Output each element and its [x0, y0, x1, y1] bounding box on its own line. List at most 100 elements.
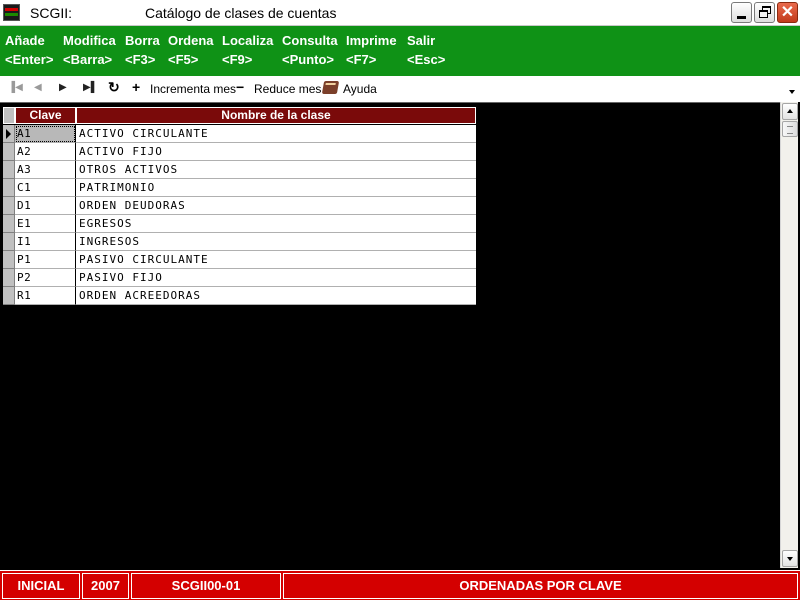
- plus-icon[interactable]: +: [132, 79, 140, 95]
- menu-shortcut: <Enter>: [5, 52, 54, 67]
- next-record-icon[interactable]: ▶: [59, 82, 67, 93]
- cell-clave[interactable]: I1: [15, 233, 76, 251]
- status-message: ORDENADAS POR CLAVE: [283, 573, 798, 599]
- cell-clave[interactable]: A1: [15, 125, 76, 143]
- menu-label: Añade: [5, 33, 45, 48]
- cell-nombre[interactable]: PASIVO CIRCULANTE: [76, 251, 476, 269]
- cell-nombre[interactable]: EGRESOS: [76, 215, 476, 233]
- cell-clave[interactable]: R1: [15, 287, 76, 305]
- cell-clave[interactable]: P2: [15, 269, 76, 287]
- menu-bar: Añade <Enter> Modifica <Barra> Borra <F3…: [0, 26, 800, 76]
- menu-shortcut: <F3>: [125, 52, 156, 67]
- toolbar-overflow-chevron-icon[interactable]: [789, 88, 796, 95]
- cell-clave[interactable]: C1: [15, 179, 76, 197]
- row-indicator[interactable]: [3, 251, 15, 269]
- cell-nombre[interactable]: PASIVO FIJO: [76, 269, 476, 287]
- cell-nombre[interactable]: PATRIMONIO: [76, 179, 476, 197]
- window-caption: Catálogo de clases de cuentas: [145, 5, 337, 21]
- menu-anade[interactable]: Añade <Enter>: [5, 31, 53, 69]
- table-row[interactable]: D1 ORDEN DEUDORAS: [2, 197, 476, 215]
- row-indicator[interactable]: [3, 215, 15, 233]
- vertical-scrollbar[interactable]: [780, 102, 798, 568]
- table-row[interactable]: R1 ORDEN ACREEDORAS: [2, 287, 476, 305]
- menu-shortcut: <Esc>: [407, 52, 446, 67]
- menu-label: Imprime: [346, 33, 397, 48]
- row-indicator-header: [3, 107, 15, 124]
- refresh-icon[interactable]: ↻: [108, 79, 120, 96]
- minus-icon[interactable]: −: [236, 79, 244, 95]
- previous-record-icon[interactable]: ◀: [34, 82, 42, 93]
- reduce-month-button[interactable]: Reduce mes: [254, 82, 321, 96]
- row-indicator[interactable]: [3, 161, 15, 179]
- minimize-icon: [737, 16, 746, 19]
- help-button[interactable]: Ayuda: [343, 82, 377, 96]
- close-button[interactable]: ✕: [777, 2, 798, 23]
- title-bar[interactable]: SCGII: Catálogo de clases de cuentas ✕: [0, 0, 800, 26]
- table-row[interactable]: P1 PASIVO CIRCULANTE: [2, 251, 476, 269]
- current-row-arrow-icon: [6, 129, 11, 139]
- cell-nombre[interactable]: ACTIVO CIRCULANTE: [76, 125, 476, 143]
- close-icon: ✕: [780, 4, 795, 21]
- table-row[interactable]: E1 EGRESOS: [2, 215, 476, 233]
- status-bar: INICIAL 2007 SCGII00-01 ORDENADAS POR CL…: [0, 570, 800, 600]
- app-title: SCGII:: [30, 5, 73, 21]
- table-row[interactable]: A3 OTROS ACTIVOS: [2, 161, 476, 179]
- app-logo-icon[interactable]: [3, 4, 20, 21]
- table-row[interactable]: C1 PATRIMONIO: [2, 179, 476, 197]
- cell-clave[interactable]: E1: [15, 215, 76, 233]
- last-record-icon[interactable]: ▶▌: [83, 82, 98, 93]
- cell-clave[interactable]: A2: [15, 143, 76, 161]
- cell-nombre[interactable]: INGRESOS: [76, 233, 476, 251]
- menu-ordena[interactable]: Ordena <F5>: [168, 31, 214, 69]
- menu-localiza[interactable]: Localiza <F9>: [222, 31, 273, 69]
- row-indicator[interactable]: [3, 287, 15, 305]
- menu-shortcut: <F7>: [346, 52, 377, 67]
- menu-shortcut: <Barra>: [63, 52, 113, 67]
- row-indicator[interactable]: [3, 269, 15, 287]
- table-row[interactable]: P2 PASIVO FIJO: [2, 269, 476, 287]
- cell-clave[interactable]: P1: [15, 251, 76, 269]
- menu-label: Ordena: [168, 33, 214, 48]
- table-row[interactable]: I1 INGRESOS: [2, 233, 476, 251]
- status-module: SCGII00-01: [131, 573, 281, 599]
- scroll-thumb[interactable]: [782, 121, 798, 137]
- menu-consulta[interactable]: Consulta <Punto>: [282, 31, 338, 69]
- menu-shortcut: <F5>: [168, 52, 199, 67]
- row-indicator[interactable]: [3, 233, 15, 251]
- menu-imprime[interactable]: Imprime <F7>: [346, 31, 397, 69]
- scroll-down-icon[interactable]: [782, 550, 798, 567]
- first-record-icon[interactable]: ▐◀: [8, 82, 23, 93]
- status-mode: INICIAL: [2, 573, 80, 599]
- row-indicator[interactable]: [3, 125, 15, 143]
- data-grid-area: Clave Nombre de la clase A1 ACTIVO CIRCUL…: [0, 102, 780, 568]
- increment-month-button[interactable]: Incrementa mes: [150, 82, 236, 96]
- cell-nombre[interactable]: OTROS ACTIVOS: [76, 161, 476, 179]
- minimize-button[interactable]: [731, 2, 752, 23]
- restore-button[interactable]: [754, 2, 775, 23]
- cell-nombre[interactable]: ORDEN DEUDORAS: [76, 197, 476, 215]
- cell-nombre[interactable]: ORDEN ACREEDORAS: [76, 287, 476, 305]
- cell-clave[interactable]: D1: [15, 197, 76, 215]
- menu-label: Modifica: [63, 33, 116, 48]
- row-indicator[interactable]: [3, 179, 15, 197]
- status-year: 2007: [82, 573, 129, 599]
- menu-label: Borra: [125, 33, 160, 48]
- cell-nombre[interactable]: ACTIVO FIJO: [76, 143, 476, 161]
- menu-borra[interactable]: Borra <F3>: [125, 31, 160, 69]
- column-header-nombre[interactable]: Nombre de la clase: [76, 107, 476, 124]
- row-indicator[interactable]: [3, 197, 15, 215]
- menu-label: Salir: [407, 33, 436, 48]
- menu-salir[interactable]: Salir <Esc>: [407, 31, 445, 69]
- row-indicator[interactable]: [3, 143, 15, 161]
- table-row[interactable]: A2 ACTIVO FIJO: [2, 143, 476, 161]
- column-header-clave[interactable]: Clave: [15, 107, 76, 124]
- toolbar: ▐◀ ◀ ▶ ▶▌ ↻ + Incrementa mes − Reduce me…: [0, 76, 800, 102]
- scroll-up-icon[interactable]: [782, 103, 798, 120]
- app-window: SCGII: Catálogo de clases de cuentas ✕ A…: [0, 0, 800, 600]
- menu-modifica[interactable]: Modifica <Barra>: [63, 31, 116, 69]
- cell-clave[interactable]: A3: [15, 161, 76, 179]
- table-row[interactable]: A1 ACTIVO CIRCULANTE: [2, 125, 476, 143]
- menu-label: Localiza: [222, 33, 274, 48]
- menu-label: Consulta: [282, 33, 338, 48]
- help-book-icon[interactable]: [321, 81, 340, 94]
